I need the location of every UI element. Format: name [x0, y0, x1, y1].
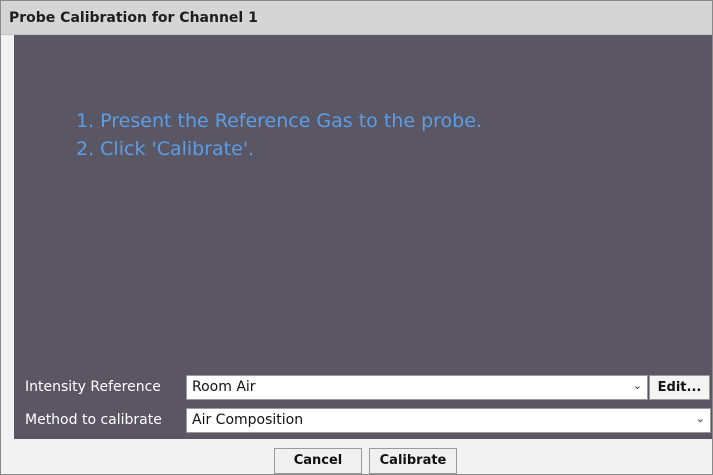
- instruction-step-2: 2. Click 'Calibrate'.: [76, 138, 255, 160]
- intensity-reference-value: Room Air: [192, 379, 256, 395]
- method-select[interactable]: Air Composition ⌄: [186, 408, 711, 433]
- instruction-panel: [14, 35, 712, 373]
- edit-intensity-reference-button[interactable]: Edit...: [649, 375, 710, 400]
- intensity-reference-label: Intensity Reference: [25, 379, 161, 395]
- instruction-step-1: 1. Present the Reference Gas to the prob…: [76, 110, 482, 132]
- calibration-dialog: Probe Calibration for Channel 1 1. Prese…: [0, 0, 713, 475]
- chevron-down-icon: ⌄: [695, 412, 705, 425]
- dialog-titlebar: Probe Calibration for Channel 1: [1, 1, 712, 35]
- dialog-footer: Cancel Calibrate: [1, 439, 712, 474]
- dialog-title: Probe Calibration for Channel 1: [9, 10, 258, 26]
- intensity-reference-select[interactable]: Room Air ⌄: [186, 375, 648, 400]
- method-value: Air Composition: [192, 412, 304, 428]
- method-label: Method to calibrate: [25, 412, 162, 428]
- instructions-list: 1. Present the Reference Gas to the prob…: [76, 107, 696, 163]
- chevron-down-icon: ⌄: [632, 379, 642, 392]
- calibration-form: Intensity Reference Room Air ⌄ Method to…: [14, 373, 712, 439]
- calibrate-button[interactable]: Calibrate: [369, 448, 457, 474]
- cancel-button[interactable]: Cancel: [274, 448, 362, 474]
